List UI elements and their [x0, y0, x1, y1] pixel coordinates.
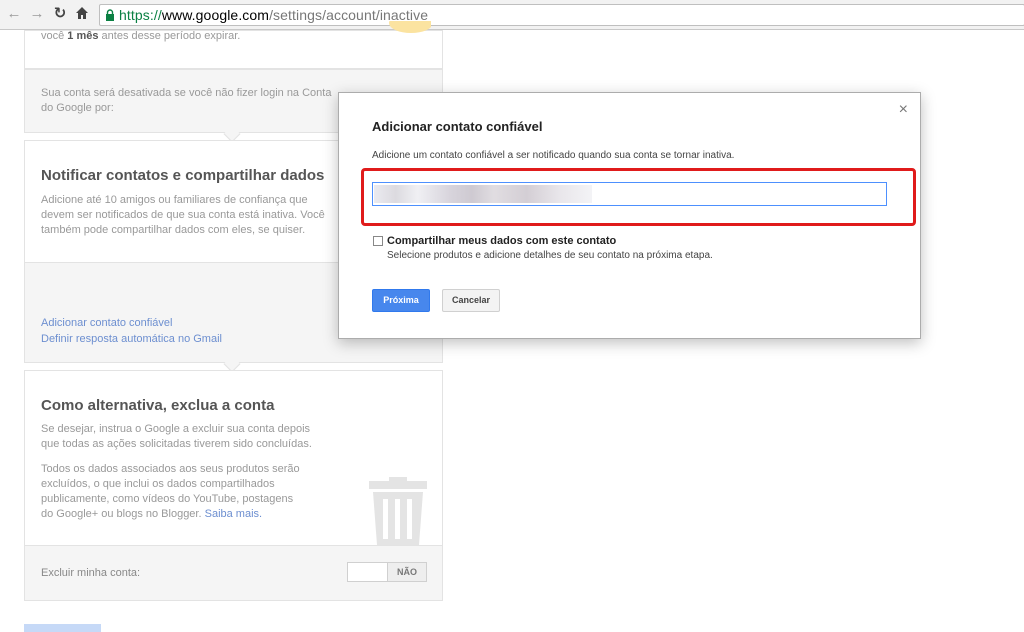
expiry-card: você 1 mês antes desse período expirar. [24, 21, 443, 69]
notify-description: Adicione até 10 amigos ou familiares de … [41, 194, 325, 236]
deactivate-text: Sua conta será desativada se você não fi… [41, 87, 332, 114]
delete-details: Todos os dados associados aos seus produ… [41, 463, 300, 520]
address-bar[interactable]: https://www.google.com/settings/account/… [99, 4, 1024, 26]
dialog-title: Adicionar contato confiável [372, 119, 543, 134]
home-icon[interactable] [74, 6, 90, 22]
delete-account-row: Excluir minha conta: NÃO [24, 545, 443, 601]
reload-icon[interactable]: ↻ [52, 6, 68, 22]
dialog-description: Adicione um contato confiável a ser noti… [372, 150, 735, 161]
add-trusted-contact-link[interactable]: Adicionar contato confiável [41, 317, 172, 329]
bottom-button-partial[interactable] [24, 624, 101, 632]
delete-account-toggle[interactable]: NÃO [347, 562, 427, 582]
redacted-email-blur [374, 185, 592, 203]
next-button[interactable]: Próxima [372, 289, 430, 312]
sun-illustration-icon [389, 21, 431, 33]
share-data-help: Selecione produtos e adicione detalhes d… [387, 250, 713, 261]
notify-heading: Notificar contatos e compartilhar dados [41, 167, 325, 184]
share-data-checkbox[interactable] [373, 236, 383, 246]
back-arrow-icon[interactable]: ← [6, 6, 22, 22]
browser-toolbar: ← → ↻ https://www.google.com/settings/ac… [0, 0, 1024, 30]
toggle-state: NÃO [387, 563, 426, 581]
delete-description: Se desejar, instrua o Google a excluir s… [41, 423, 312, 450]
add-trusted-contact-dialog: × Adicionar contato confiável Adicione u… [338, 92, 921, 339]
trash-icon [369, 477, 427, 545]
share-data-label[interactable]: Compartilhar meus dados com este contato [387, 235, 616, 247]
cancel-button[interactable]: Cancelar [442, 289, 500, 312]
lock-icon [106, 9, 114, 21]
delete-card: Como alternativa, exclua a conta Se dese… [24, 370, 443, 546]
learn-more-link[interactable]: Saiba mais. [205, 508, 262, 520]
gmail-autoreply-link[interactable]: Definir resposta automática no Gmail [41, 333, 222, 345]
delete-account-label: Excluir minha conta: [41, 567, 141, 579]
forward-arrow-icon[interactable]: → [29, 6, 45, 22]
close-icon[interactable]: × [899, 101, 908, 119]
expiry-text: você 1 mês antes desse período expirar. [41, 30, 241, 42]
delete-heading: Como alternativa, exclua a conta [41, 397, 275, 414]
